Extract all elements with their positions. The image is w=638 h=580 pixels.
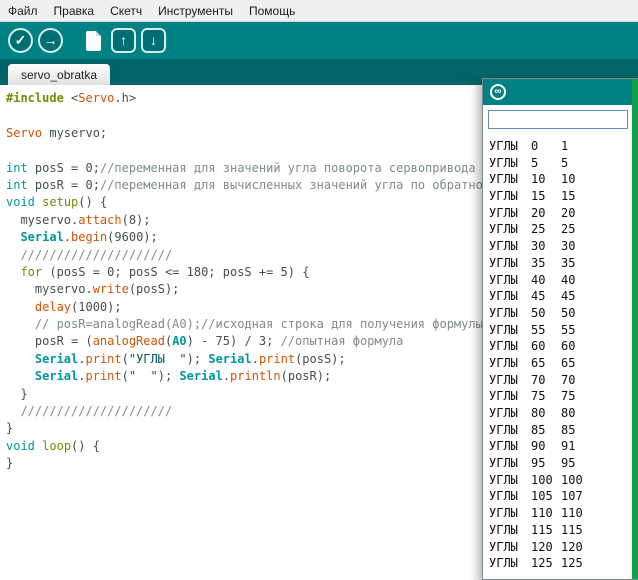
new-sketch-button[interactable] xyxy=(81,28,106,53)
check-icon: ✓ xyxy=(15,33,27,47)
toolbar: ✓ → ↑ ↓ xyxy=(0,22,638,59)
serial-row: УГЛЫ7070 xyxy=(489,372,638,389)
serial-row: УГЛЫ120120 xyxy=(489,539,638,556)
serial-row: УГЛЫ8080 xyxy=(489,405,638,422)
verify-button[interactable]: ✓ xyxy=(8,28,33,53)
tab-servo-obratka[interactable]: servo_obratka xyxy=(8,64,110,85)
serial-input[interactable] xyxy=(488,110,628,129)
menu-item-tools[interactable]: Инструменты xyxy=(150,2,241,20)
serial-row: УГЛЫ125125 xyxy=(489,555,638,572)
menu-bar: Файл Правка Скетч Инструменты Помощь xyxy=(0,0,638,22)
serial-row: УГЛЫ3535 xyxy=(489,255,638,272)
serial-row: УГЛЫ110110 xyxy=(489,505,638,522)
menu-item-file[interactable]: Файл xyxy=(0,2,46,20)
serial-row: УГЛЫ01 xyxy=(489,138,638,155)
new-document-icon xyxy=(86,31,101,51)
serial-row: УГЛЫ5050 xyxy=(489,305,638,322)
serial-input-row xyxy=(483,105,638,133)
serial-row: УГЛЫ3030 xyxy=(489,238,638,255)
serial-row: УГЛЫ9091 xyxy=(489,438,638,455)
arduino-logo-icon: ∞ xyxy=(490,84,506,100)
menu-item-sketch[interactable]: Скетч xyxy=(102,2,150,20)
menu-item-edit[interactable]: Правка xyxy=(46,2,103,20)
serial-row: УГЛЫ105107 xyxy=(489,488,638,505)
serial-row: УГЛЫ2525 xyxy=(489,221,638,238)
serial-row: УГЛЫ4040 xyxy=(489,272,638,289)
up-arrow-icon: ↑ xyxy=(120,33,127,47)
serial-window-right-border xyxy=(632,79,638,579)
right-arrow-icon: → xyxy=(44,33,58,47)
serial-row: УГЛЫ100100 xyxy=(489,472,638,489)
serial-row: УГЛЫ4545 xyxy=(489,288,638,305)
serial-row: УГЛЫ1515 xyxy=(489,188,638,205)
open-button[interactable]: ↑ xyxy=(111,28,136,53)
serial-row: УГЛЫ7575 xyxy=(489,388,638,405)
serial-row: УГЛЫ2020 xyxy=(489,205,638,222)
serial-row: УГЛЫ115115 xyxy=(489,522,638,539)
save-button[interactable]: ↓ xyxy=(141,28,166,53)
arduino-ide-window: Файл Правка Скетч Инструменты Помощь ✓ →… xyxy=(0,0,638,580)
serial-row: УГЛЫ55 xyxy=(489,155,638,172)
upload-button[interactable]: → xyxy=(38,28,63,53)
serial-row: УГЛЫ8585 xyxy=(489,422,638,439)
serial-row: УГЛЫ6060 xyxy=(489,338,638,355)
serial-row: УГЛЫ5555 xyxy=(489,322,638,339)
serial-output[interactable]: УГЛЫ01УГЛЫ55УГЛЫ1010УГЛЫ1515УГЛЫ2020УГЛЫ… xyxy=(483,133,638,574)
serial-row: УГЛЫ9595 xyxy=(489,455,638,472)
serial-monitor-window: ∞ УГЛЫ01УГЛЫ55УГЛЫ1010УГЛЫ1515УГЛЫ2020УГ… xyxy=(482,78,638,580)
serial-row: УГЛЫ1010 xyxy=(489,171,638,188)
serial-monitor-titlebar[interactable]: ∞ xyxy=(483,79,638,105)
serial-row: УГЛЫ6565 xyxy=(489,355,638,372)
down-arrow-icon: ↓ xyxy=(150,33,157,47)
menu-item-help[interactable]: Помощь xyxy=(241,2,303,20)
